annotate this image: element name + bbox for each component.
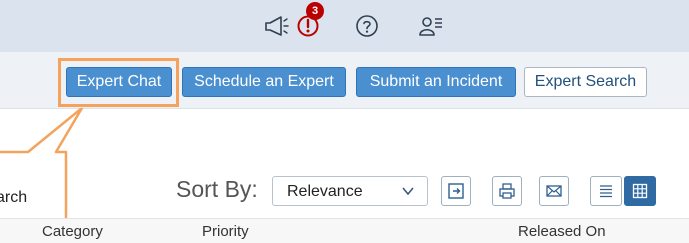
user-menu-icon[interactable] <box>417 12 445 40</box>
callout-bubble <box>0 108 84 226</box>
list-view-icon[interactable] <box>590 176 622 206</box>
grid-view-icon[interactable] <box>624 176 656 206</box>
notification-badge: 3 <box>306 2 324 20</box>
column-header-released-on[interactable]: Released On <box>518 223 606 240</box>
column-header-category[interactable]: Category <box>42 223 103 240</box>
help-icon[interactable] <box>353 12 381 40</box>
shell-bar <box>0 0 689 52</box>
sort-select-value: Relevance <box>287 183 363 200</box>
expert-search-button[interactable]: Expert Search <box>524 67 647 97</box>
column-header-priority[interactable]: Priority <box>202 223 249 240</box>
print-icon[interactable] <box>492 176 522 206</box>
sort-label: Sort By: <box>176 176 258 202</box>
megaphone-icon[interactable] <box>262 12 290 40</box>
highlight-frame <box>58 58 179 107</box>
chevron-down-icon <box>401 184 415 203</box>
export-icon[interactable] <box>441 176 471 206</box>
callout-label: arch <box>0 189 28 206</box>
sort-select[interactable]: Relevance <box>272 176 428 206</box>
email-icon[interactable] <box>539 176 569 206</box>
submit-incident-button[interactable]: Submit an Incident <box>356 67 516 97</box>
schedule-expert-button[interactable]: Schedule an Expert <box>182 67 346 97</box>
